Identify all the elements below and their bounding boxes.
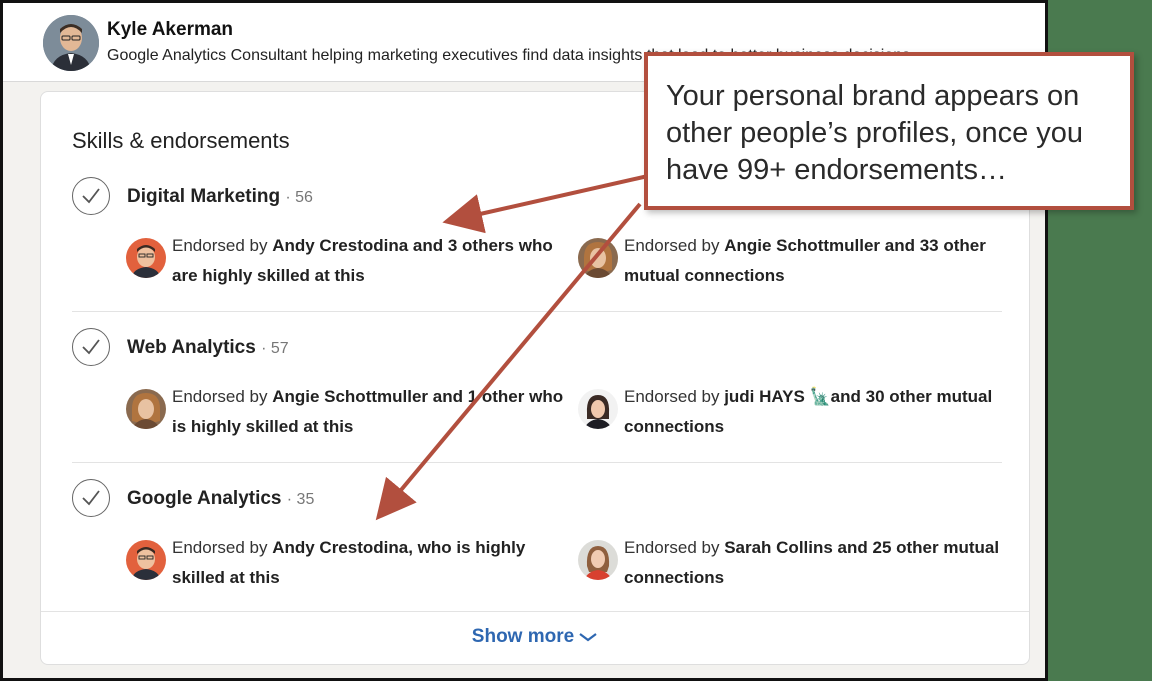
angie-avatar[interactable]: [126, 389, 166, 429]
sarah-avatar[interactable]: [578, 540, 618, 580]
endorsement-text[interactable]: Endorsed by Andy Crestodina and 3 others…: [172, 231, 572, 291]
divider: [72, 462, 1002, 463]
skill-name-text: Google Analytics: [127, 488, 282, 509]
endorsement-count: · 57: [261, 340, 289, 357]
checkmark-icon: [82, 490, 100, 506]
endorsement-text[interactable]: Endorsed by judi HAYS 🗽and 30 other mutu…: [624, 382, 1024, 442]
endorsement-text[interactable]: Endorsed by Sarah Collins and 25 other m…: [624, 533, 1024, 593]
endorsement-text[interactable]: Endorsed by Andy Crestodina, who is high…: [172, 533, 572, 593]
show-more-button[interactable]: Show more: [472, 626, 598, 648]
endorse-check-button[interactable]: [72, 328, 110, 366]
endorsement-count: · 56: [285, 189, 313, 206]
skill-name[interactable]: Digital Marketing · 56: [127, 186, 313, 208]
endorsed-by-label: Endorsed by: [624, 387, 725, 406]
skill-name[interactable]: Google Analytics · 35: [127, 488, 314, 510]
checkmark-icon: [82, 188, 100, 204]
annotation-callout: Your personal brand appears on other peo…: [644, 52, 1134, 210]
endorsement-count: · 35: [286, 491, 315, 508]
endorsed-by-label: Endorsed by: [172, 538, 273, 557]
skill-name-text: Digital Marketing: [127, 186, 281, 207]
andy-avatar[interactable]: [126, 238, 166, 278]
divider: [72, 311, 1002, 312]
endorse-check-button[interactable]: [72, 479, 110, 517]
chevron-down-icon: [579, 633, 597, 642]
skill-name-text: Web Analytics: [127, 337, 256, 358]
endorsement-text[interactable]: Endorsed by Angie Schottmuller and 1 oth…: [172, 382, 572, 442]
skill-google-analytics: Google Analytics · 35 Endorsed by Andy C…: [72, 479, 1002, 629]
card-title: Skills & endorsements: [72, 128, 290, 153]
show-more-label: Show more: [471, 626, 575, 647]
skill-web-analytics: Web Analytics · 57 Endorsed by Angie Sch…: [72, 328, 1002, 478]
skill-name[interactable]: Web Analytics · 57: [127, 337, 289, 359]
endorse-check-button[interactable]: [72, 177, 110, 215]
endorsed-by-label: Endorsed by: [624, 236, 725, 255]
endorsed-by-label: Endorsed by: [172, 236, 273, 255]
profile-photo[interactable]: [43, 15, 99, 71]
show-more-bar: Show more: [41, 611, 1029, 664]
checkmark-icon: [82, 339, 100, 355]
endorsed-by-label: Endorsed by: [624, 538, 725, 557]
profile-name[interactable]: Kyle Akerman: [107, 19, 233, 41]
andy-avatar[interactable]: [126, 540, 166, 580]
angie-avatar[interactable]: [578, 238, 618, 278]
endorsement-text[interactable]: Endorsed by Angie Schottmuller and 33 ot…: [624, 231, 1024, 291]
endorsed-by-label: Endorsed by: [172, 387, 273, 406]
judi-avatar[interactable]: [578, 389, 618, 429]
callout-text: Your personal brand appears on other peo…: [666, 80, 1084, 186]
